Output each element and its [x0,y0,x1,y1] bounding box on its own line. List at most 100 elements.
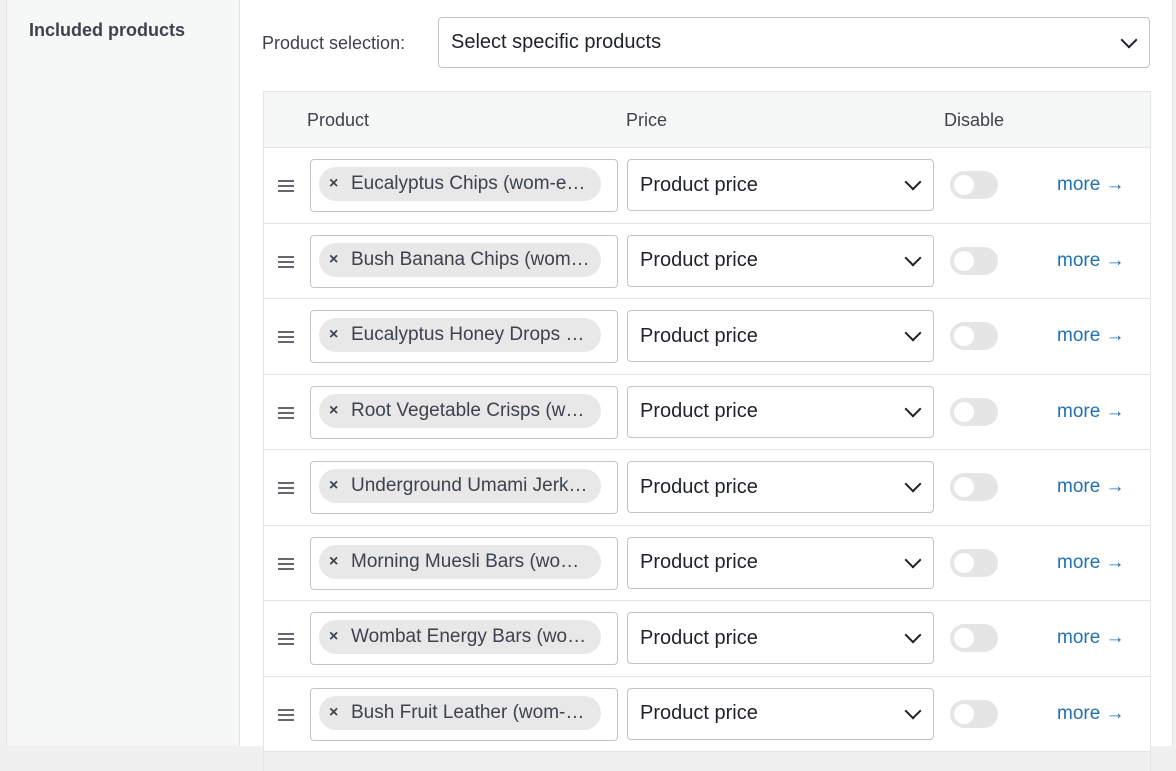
product-chip: × Morning Muesli Bars (wo… [319,544,601,579]
price-dropdown[interactable]: Product price [627,310,934,362]
price-dropdown[interactable]: Product price [627,536,934,589]
more-link[interactable]: more → [1057,174,1125,196]
product-chip-label: Wombat Energy Bars (wo… [351,626,587,647]
price-value: Product price [640,400,758,422]
x-icon[interactable]: × [329,402,351,420]
price-dropdown[interactable]: Product price [627,612,934,664]
more-link[interactable]: more → [1057,325,1125,347]
x-icon[interactable]: × [329,553,351,571]
x-icon[interactable]: × [329,628,351,646]
product-selection-dropdown[interactable]: Select specific products [438,17,1150,68]
toggle-knob [954,250,974,271]
product-chip-label: Morning Muesli Bars (wo… [351,550,580,572]
header-price: Price [626,110,668,130]
product-field[interactable]: × Bush Fruit Leather (wom-… [310,687,618,741]
price-dropdown[interactable]: Product price [627,234,934,287]
product-field[interactable]: × Eucalyptus Chips (wom-e… [310,159,618,212]
more-link[interactable]: more → [1057,401,1125,423]
price-value: Product price [640,626,758,649]
table-header: Product Price Disable [264,92,1150,148]
product-chip: × Root Vegetable Crisps (w… [319,393,601,428]
product-chip-label: Eucalyptus Honey Drops … [351,324,585,345]
price-value: Product price [640,551,758,573]
product-chip-label: Underground Umami Jerk… [351,475,588,496]
price-value: Product price [640,173,758,196]
product-chip: × Bush Fruit Leather (wom-… [319,695,601,730]
table-row: × Underground Umami Jerk… Product price mor… [264,450,1150,526]
drag-handle-icon[interactable] [278,255,294,268]
price-value: Product price [640,702,758,724]
drag-handle-icon[interactable] [278,180,294,192]
table-row: × Root Vegetable Crisps (w… Product price m… [264,374,1150,450]
disable-toggle[interactable] [950,171,998,199]
toggle-knob [954,175,974,195]
chevron-down-icon [904,551,922,568]
drag-handle-icon[interactable] [278,708,294,721]
disable-toggle[interactable] [950,699,998,728]
product-chip-label: Bush Banana Chips (wom… [351,248,590,270]
disable-toggle[interactable] [950,548,998,577]
product-field[interactable]: × Bush Banana Chips (wom… [310,234,618,288]
product-chip-label: Root Vegetable Crisps (w… [351,399,585,421]
toggle-knob [954,401,974,422]
product-chip: × Underground Umami Jerk… [319,469,601,503]
more-link[interactable]: more → [1057,627,1125,649]
price-dropdown[interactable]: Product price [627,385,934,438]
disable-toggle[interactable] [950,397,998,426]
chevron-down-icon [904,400,922,417]
settings-panel: Included products Product selection: Sel… [6,0,1173,771]
chevron-down-icon [904,626,922,644]
price-dropdown[interactable]: Product price [627,687,934,740]
disable-toggle[interactable] [950,624,998,652]
more-link[interactable]: more → [1057,552,1125,574]
toggle-knob [954,628,974,648]
toggle-knob [954,703,974,724]
table-row: × Morning Muesli Bars (wo… Product price mo… [264,525,1150,601]
label-column: Included products [7,0,240,746]
x-icon[interactable]: × [329,326,351,344]
more-link[interactable]: more → [1057,250,1125,272]
product-chip: × Eucalyptus Chips (wom-e… [319,167,601,201]
header-product: Product [307,110,370,130]
x-icon[interactable]: × [329,704,351,722]
product-field[interactable]: × Wombat Energy Bars (wo… [310,612,618,665]
price-dropdown[interactable]: Product price [627,159,934,211]
price-dropdown[interactable]: Product price [627,461,934,513]
chevron-down-icon [904,324,922,342]
toggle-knob [954,326,974,346]
more-link[interactable]: more → [1057,476,1125,498]
chevron-down-icon [904,702,922,719]
product-field[interactable]: × Morning Muesli Bars (wo… [310,536,618,590]
drag-handle-icon[interactable] [278,557,294,570]
section-label: Included products [29,20,186,40]
chevron-down-icon [904,475,922,493]
product-field[interactable]: × Underground Umami Jerk… [310,461,618,514]
price-value: Product price [640,249,758,271]
disable-toggle[interactable] [950,322,998,350]
price-value: Product price [640,475,758,498]
product-selection-label: Product selection: [262,33,406,53]
disable-toggle[interactable] [950,246,998,275]
table-row: × Bush Banana Chips (wom… Product price mor… [264,223,1150,299]
table-row: × Eucalyptus Honey Drops … Product price mo… [264,299,1150,375]
table-row: × Bush Fruit Leather (wom-… Product price m… [264,676,1150,752]
product-chip: × Eucalyptus Honey Drops … [319,318,601,352]
product-chip-label: Bush Fruit Leather (wom-… [351,701,585,723]
product-chip: × Wombat Energy Bars (wo… [319,620,601,654]
table-row: × Eucalyptus Chips (wom-e… Product price mo… [264,148,1150,224]
drag-handle-icon[interactable] [278,633,294,645]
drag-handle-icon[interactable] [278,482,294,494]
disable-toggle[interactable] [950,473,998,501]
drag-handle-icon[interactable] [278,406,294,419]
x-icon[interactable]: × [329,251,351,269]
product-field[interactable]: × Root Vegetable Crisps (w… [310,385,618,439]
drag-handle-icon[interactable] [278,331,294,343]
header-disable: Disable [944,110,1005,130]
product-field[interactable]: × Eucalyptus Honey Drops … [310,310,618,363]
x-icon[interactable]: × [329,477,351,495]
chevron-down-icon [904,173,922,191]
product-chip-label: Eucalyptus Chips (wom-e… [351,173,586,194]
x-icon[interactable]: × [329,175,351,193]
price-value: Product price [640,324,758,347]
more-link[interactable]: more → [1057,703,1125,725]
